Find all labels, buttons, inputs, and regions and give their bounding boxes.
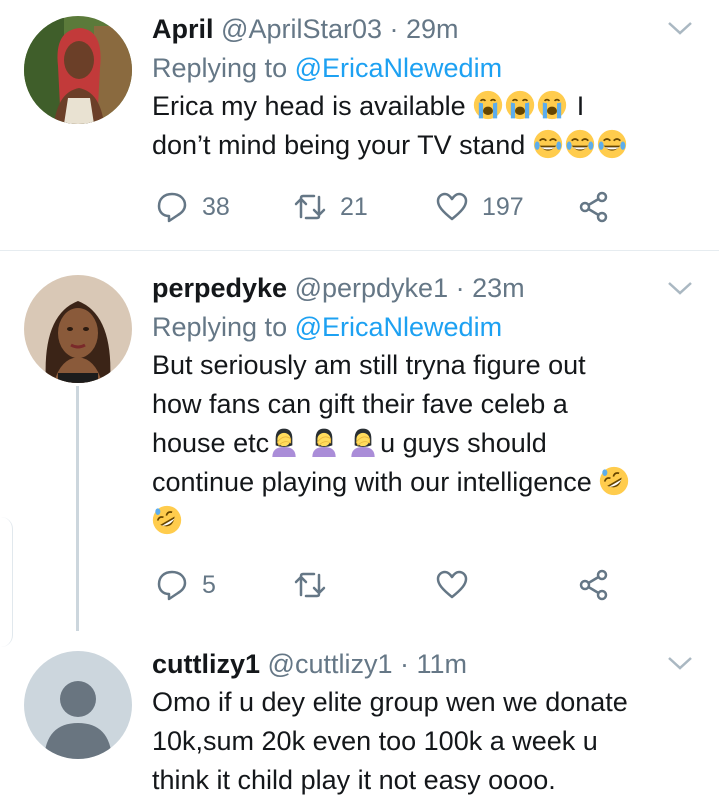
tweet-text-line: continue playing with our intelligence <box>152 467 592 497</box>
tweet-text-line: 10k,sum 20k even too 100k a week u <box>152 726 598 756</box>
replying-label: Replying to <box>152 53 288 83</box>
reply-icon <box>157 192 187 223</box>
facepalm-emoji-icon <box>351 428 376 457</box>
chevron-down-icon[interactable] <box>667 655 693 671</box>
tweet-text: But seriously am still tryna figure out … <box>152 346 699 541</box>
like-count: 197 <box>482 192 524 221</box>
tweet-text-line: don’t mind being your TV stand <box>152 130 526 160</box>
tweet-cuttlizy1[interactable]: cuttlizy1 @cuttlizy1 · 11m Omo if u dey … <box>0 631 719 801</box>
replying-label: Replying to <box>152 312 288 342</box>
replying-to: Replying to @EricaNlewedim <box>152 51 699 85</box>
tweet-perpedyke[interactable]: perpedyke @perpdyke1 · 23m Replying to @… <box>0 251 719 631</box>
tweet-text: Erica my head is available I don’t mind … <box>152 87 699 165</box>
retweet-count: 21 <box>340 192 368 221</box>
share-icon <box>579 569 608 601</box>
chevron-down-icon[interactable] <box>667 20 693 36</box>
author-name[interactable]: April <box>152 14 214 44</box>
tweet-text-line: But seriously am still tryna figure out <box>152 350 586 380</box>
author-name[interactable]: perpedyke <box>152 273 287 303</box>
chevron-down-icon[interactable] <box>667 280 693 296</box>
rolling-laughing-emoji-icon <box>152 505 182 535</box>
tweet-text-line: think it child play it not easy oooo. <box>152 765 556 795</box>
reply-count: 5 <box>202 570 216 599</box>
default-avatar-icon <box>24 651 132 759</box>
retweet-button[interactable]: 21 <box>294 191 368 223</box>
author-handle[interactable]: @AprilStar03 <box>221 14 382 44</box>
tears-of-joy-emoji-icon <box>596 129 627 159</box>
share-icon <box>579 191 608 223</box>
tweet-text-line: how fans can gift their fave celeb a <box>152 389 568 419</box>
replying-to: Replying to @EricaNlewedim <box>152 310 699 344</box>
tweet-text-line: u guys should <box>380 428 547 458</box>
side-panel-edge <box>0 517 13 647</box>
reply-button[interactable]: 5 <box>156 569 216 601</box>
tweet-text-line: I <box>576 91 585 121</box>
tears-of-joy-emoji-icon <box>564 129 595 159</box>
avatar[interactable] <box>24 651 132 759</box>
reply-button[interactable]: 38 <box>156 191 230 223</box>
facepalm-emoji-icon <box>311 428 336 457</box>
mention-link[interactable]: @EricaNlewedim <box>295 53 502 83</box>
like-button[interactable] <box>436 569 468 601</box>
tweet-text-line: Erica my head is available <box>152 91 466 121</box>
tears-of-joy-emoji-icon <box>532 129 563 159</box>
tweet-april[interactable]: April @AprilStar03 · 29m Replying to @Er… <box>0 0 719 250</box>
loudly-crying-emoji-icon <box>473 90 504 120</box>
mention-link[interactable]: @EricaNlewedim <box>295 312 502 342</box>
facepalm-emoji-icon <box>272 428 297 457</box>
thread-line <box>76 386 79 631</box>
heart-icon <box>436 570 468 599</box>
share-button[interactable] <box>578 191 610 223</box>
avatar[interactable] <box>24 16 132 124</box>
loudly-crying-emoji-icon <box>505 90 536 120</box>
retweet-icon <box>294 572 326 598</box>
tweet-time: · 11m <box>400 649 468 679</box>
loudly-crying-emoji-icon <box>537 90 568 120</box>
reply-icon <box>157 570 187 601</box>
retweet-button[interactable] <box>294 569 326 601</box>
like-button[interactable]: 197 <box>436 191 524 223</box>
author-name[interactable]: cuttlizy1 <box>152 649 260 679</box>
tweet-text-line: house etc <box>152 428 270 458</box>
author-handle[interactable]: @perpdyke1 <box>295 273 449 303</box>
heart-icon <box>436 192 468 221</box>
reply-count: 38 <box>202 192 230 221</box>
tweet-time: · 29m <box>389 14 459 44</box>
rolling-laughing-emoji-icon <box>599 466 630 496</box>
tweet-time: · 23m <box>455 273 525 303</box>
share-button[interactable] <box>578 569 610 601</box>
tweet-text-line: Omo if u dey elite group wen we donate <box>152 687 628 717</box>
author-handle[interactable]: @cuttlizy1 <box>268 649 393 679</box>
avatar[interactable] <box>24 275 132 383</box>
retweet-icon <box>294 194 326 220</box>
tweet-text: Omo if u dey elite group wen we donate 1… <box>152 683 699 800</box>
